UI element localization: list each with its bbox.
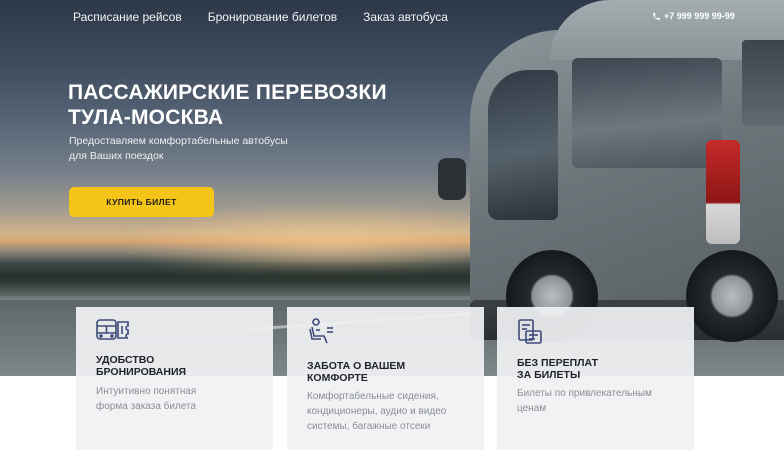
buy-ticket-button[interactable]: КУПИТЬ БИЛЕТ xyxy=(69,187,214,217)
feature-card-price: БЕЗ ПЕРЕПЛАТ ЗА БИЛЕТЫ Билеты по привлек… xyxy=(497,307,694,450)
nav-item-schedule[interactable]: Расписание рейсов xyxy=(73,10,182,24)
feature-card-booking: УДОБСТВО БРОНИРОВАНИЯ Интуитивно понятна… xyxy=(76,307,273,450)
nav-item-bus-order[interactable]: Заказ автобуса xyxy=(363,10,448,24)
passenger-seat-icon xyxy=(309,318,333,344)
main-nav: Расписание рейсов Бронирование билетов З… xyxy=(73,10,448,24)
van-front-window xyxy=(488,70,558,220)
feature-text: Интуитивно понятная форма заказа билета xyxy=(96,386,197,412)
van-rear-wheel xyxy=(686,250,778,342)
feature-title: ЗАБОТА О ВАШЕМ КОМФОРТЕ xyxy=(307,360,406,384)
van-tail-light xyxy=(706,140,740,244)
nav-item-booking[interactable]: Бронирование билетов xyxy=(208,10,337,24)
ticket-price-icon xyxy=(518,319,542,344)
phone-icon xyxy=(653,12,660,20)
feature-text: Комфортабельные сидения, кондиционеры, а… xyxy=(307,391,447,432)
phone-link[interactable]: +7 999 999 99-99 xyxy=(652,11,735,21)
van-side-window xyxy=(572,58,722,168)
bus-ticket-icon xyxy=(96,319,129,340)
hero-title: ПАССАЖИРСКИЕ ПЕРЕВОЗКИ ТУЛА-МОСКВА xyxy=(68,81,387,129)
van-rear-window xyxy=(742,40,784,126)
feature-card-comfort: ЗАБОТА О ВАШЕМ КОМФОРТЕ Комфортабельные … xyxy=(287,307,484,450)
van-mirror xyxy=(438,158,466,200)
feature-text: Билеты по привлекательным ценам xyxy=(517,388,652,414)
hero-subtitle: Предоставляем комфортабельные автобусы д… xyxy=(69,135,288,162)
feature-title: БЕЗ ПЕРЕПЛАТ ЗА БИЛЕТЫ xyxy=(517,357,598,381)
feature-title: УДОБСТВО БРОНИРОВАНИЯ xyxy=(96,354,187,378)
phone-number: +7 999 999 99-99 xyxy=(664,11,735,21)
